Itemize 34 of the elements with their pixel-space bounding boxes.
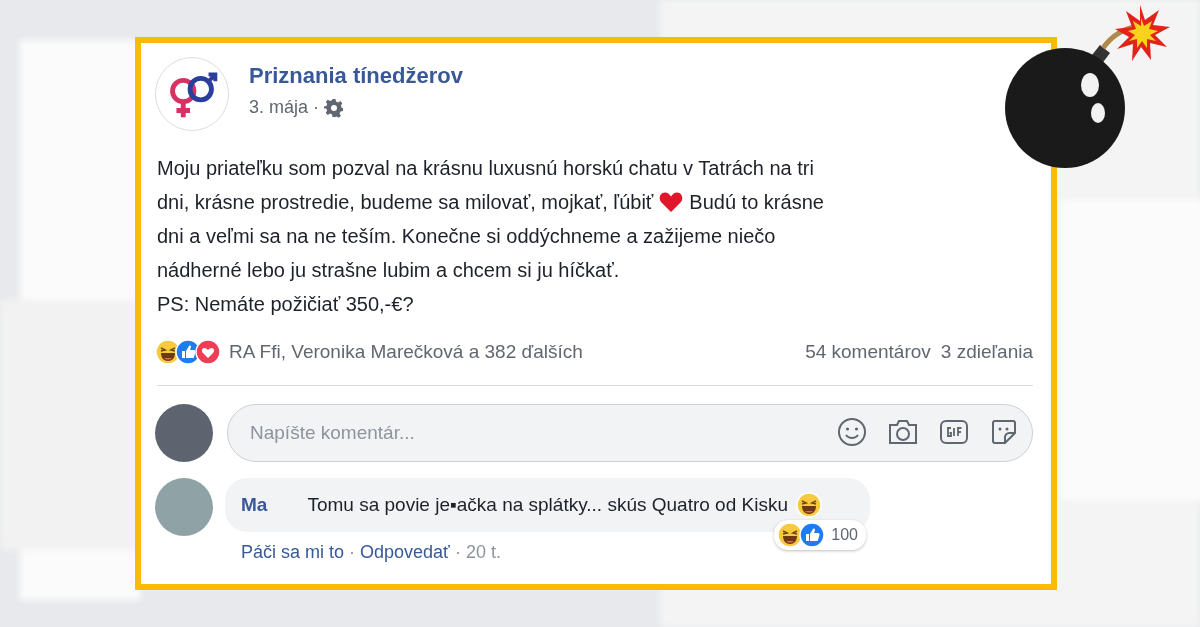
post-text: nádherné lebo ju strašne lubim a chcem si ju híčkať. bbox=[157, 258, 620, 283]
comment-text: Tomu sa povie je▪ačka na splátky... skús Quatro od Kisku bbox=[307, 494, 788, 516]
page-name-link[interactable]: Priznania tínedžerov bbox=[249, 63, 463, 89]
separator-dot: · bbox=[349, 542, 356, 563]
separator-dot: · bbox=[313, 97, 320, 118]
comments-count-link[interactable]: 54 komentárov bbox=[805, 341, 931, 363]
post-text: dni, krásne prostredie, budeme sa milovať, mojkať, ľúbiť bbox=[157, 190, 654, 215]
reactions-summary-link[interactable]: RA Ffi, Veronika Marečková a 382 ďalších bbox=[229, 341, 583, 363]
separator-dot: · bbox=[454, 542, 461, 563]
comment-author-link[interactable]: Ma bbox=[241, 494, 268, 516]
action-link[interactable]: Odpovedať bbox=[360, 542, 450, 563]
post-text: PS: Nemáte požičiať 350,-€? bbox=[157, 292, 414, 317]
user-avatar bbox=[155, 404, 213, 462]
thumbs-up-icon bbox=[799, 522, 826, 548]
heart-reaction-icon bbox=[195, 339, 221, 365]
comment-input-field[interactable]: Napíšte komentár... bbox=[227, 404, 1033, 462]
gif-icon[interactable] bbox=[939, 418, 969, 446]
post-text: Budú to krásne bbox=[689, 190, 824, 215]
laughing-face-icon bbox=[777, 522, 804, 548]
gear-icon bbox=[324, 97, 345, 118]
reaction-count-badge[interactable]: 100 bbox=[774, 520, 866, 550]
shares-count-link[interactable]: 3 zdieľania bbox=[940, 341, 1033, 363]
reaction-count: 100 bbox=[831, 526, 858, 544]
smiley-icon[interactable] bbox=[837, 417, 867, 447]
camera-icon[interactable] bbox=[887, 418, 919, 446]
post-text: Moju priateľku som pozval na krásnu luxusnú horskú chatu v Tatrách na tri bbox=[157, 156, 814, 181]
commenter-avatar bbox=[155, 478, 213, 536]
heart-icon bbox=[659, 191, 684, 213]
sticker-icon[interactable] bbox=[989, 417, 1019, 447]
comment-time[interactable]: 20 t. bbox=[465, 542, 501, 563]
post-date[interactable]: 3. mája bbox=[249, 97, 309, 118]
laughing-face-icon bbox=[795, 492, 822, 518]
action-link[interactable]: Páči sa mi to bbox=[241, 542, 345, 563]
post-text: dni a veľmi sa na ne teším. Konečne si oddýchneme a zažijeme niečo bbox=[157, 224, 776, 249]
